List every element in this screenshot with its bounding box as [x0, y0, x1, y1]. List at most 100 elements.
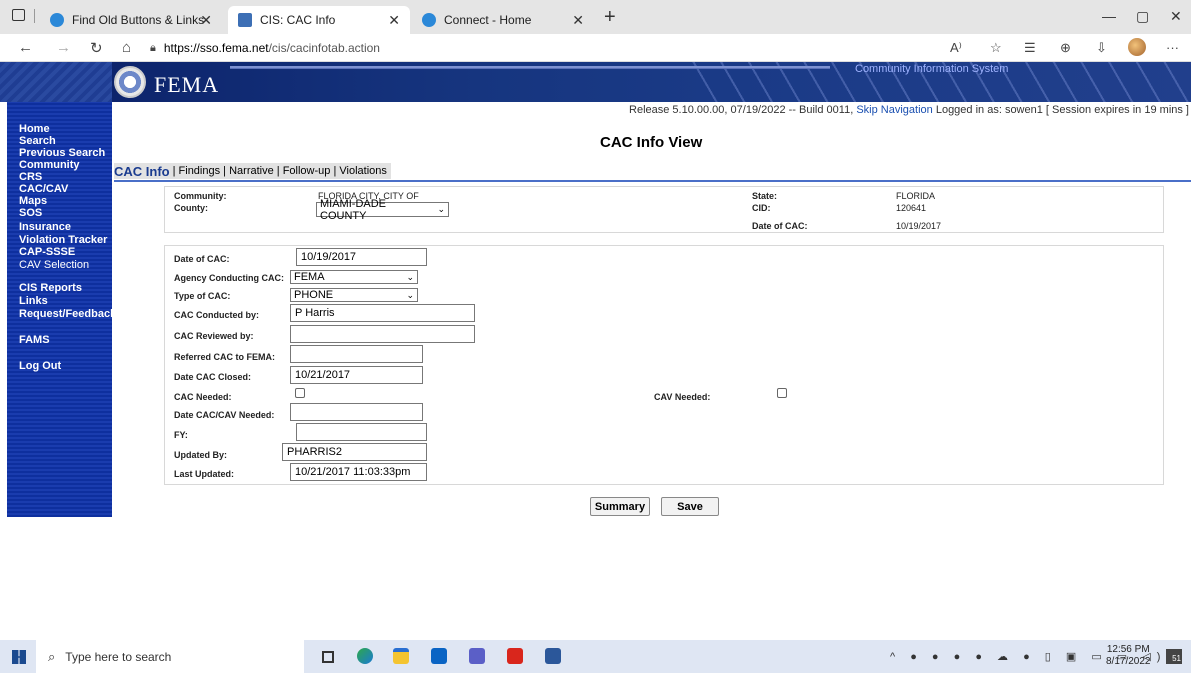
sidebar-item-previous-search[interactable]: Previous Search [19, 148, 105, 159]
sidebar-item-community[interactable]: Community [19, 160, 80, 171]
sidebar-item-violation-tracker[interactable]: Violation Tracker [19, 235, 107, 246]
tab-follow-up[interactable]: Follow-up [283, 165, 331, 177]
task-view-icon[interactable] [322, 651, 334, 663]
tab-findings[interactable]: Findings [179, 165, 221, 177]
cid-value: 120641 [896, 203, 927, 213]
sidebar-item-log-out[interactable]: Log Out [19, 361, 61, 372]
sidebar-item-search[interactable]: Search [19, 136, 56, 147]
browser-tab-strip: Find Old Buttons & Links ✕ CIS: CAC Info… [0, 0, 1191, 34]
url-field[interactable]: 🔒︎ https://sso.fema.net/cis/cacinfotab.a… [150, 38, 940, 58]
taskbar-search-input[interactable]: ⌕ Type here to search [36, 640, 304, 673]
release-info-bar: Release 5.10.00.00, 07/19/2022 -- Build … [629, 104, 1189, 116]
fy-input[interactable] [296, 423, 427, 441]
chevron-down-icon: ⌄ [406, 289, 414, 300]
downloads-icon[interactable]: ⇩ [1096, 40, 1107, 56]
last-updated-input[interactable] [290, 463, 427, 481]
sidebar-item-cav-selection[interactable]: CAV Selection [19, 260, 89, 271]
windows-start-icon[interactable] [12, 650, 26, 664]
dhs-seal-icon [114, 66, 146, 98]
tab-title: Find Old Buttons & Links [72, 13, 205, 27]
read-aloud-icon[interactable]: A⁾ [950, 40, 962, 56]
tab-title: CIS: CAC Info [260, 13, 336, 27]
minimize-icon[interactable]: — [1102, 8, 1116, 24]
tab-narrative[interactable]: Narrative [229, 165, 274, 177]
edge-icon[interactable] [357, 648, 373, 664]
close-tab-icon[interactable]: ✕ [388, 12, 400, 29]
tab-separator [34, 9, 35, 23]
tab-separator: | [172, 165, 176, 177]
sidebar-item-insurance[interactable]: Insurance [19, 222, 71, 233]
forward-icon[interactable]: → [56, 39, 71, 56]
taskbar-clock[interactable]: 12:56 PM 8/17/2022 [1106, 644, 1151, 668]
agency-select[interactable]: FEMA ⌄ [290, 270, 418, 284]
file-explorer-icon[interactable] [393, 648, 409, 664]
back-icon[interactable]: ← [18, 39, 33, 56]
reviewed-by-input[interactable] [290, 325, 475, 343]
sidebar-item-crs[interactable]: CRS [19, 172, 42, 183]
skip-navigation-link[interactable]: Skip Navigation [856, 104, 932, 116]
last-updated-label: Last Updated: [174, 469, 235, 479]
state-value: FLORIDA [896, 191, 936, 201]
new-tab-button[interactable]: + [604, 6, 616, 29]
home-icon[interactable]: ⌂ [122, 39, 131, 56]
lock-icon: 🔒︎ [150, 41, 156, 54]
notification-center-icon[interactable]: 51 [1166, 649, 1182, 664]
state-label: State: [752, 191, 778, 201]
cac-needed-label: CAC Needed: [174, 392, 232, 402]
cav-needed-checkbox[interactable] [777, 388, 787, 398]
cac-date-label: Date of CAC: [752, 221, 808, 231]
word-icon[interactable] [545, 648, 561, 664]
summary-button[interactable]: Summary [590, 497, 650, 516]
search-icon: ⌕ [48, 648, 56, 664]
sidebar-item-sos[interactable]: SOS [19, 208, 42, 219]
tab-actions-icon[interactable] [12, 9, 25, 21]
collections-icon[interactable]: ⊕ [1060, 40, 1071, 56]
url-host: https://sso.fema.net [163, 41, 269, 55]
updated-by-input[interactable] [282, 443, 427, 461]
sidebar-item-request-feedback[interactable]: Request/Feedback [19, 309, 116, 320]
session-expiry-text: [ Session expires in 19 mins ] [1045, 104, 1189, 116]
sidebar-item-cis-reports[interactable]: CIS Reports [19, 283, 82, 294]
taskbar-date: 8/17/2022 [1106, 656, 1151, 667]
tab-separator: | [223, 165, 227, 177]
close-tab-icon[interactable]: ✕ [200, 12, 212, 29]
page-title: CAC Info View [600, 134, 703, 151]
date-needed-input[interactable] [290, 403, 423, 421]
teams-icon[interactable] [469, 648, 485, 664]
restore-icon[interactable]: ▢ [1136, 8, 1149, 25]
favorite-star-icon[interactable]: ☆ [990, 40, 1002, 56]
close-tab-icon[interactable]: ✕ [572, 12, 584, 29]
chevron-down-icon: ⌄ [437, 204, 445, 214]
save-button[interactable]: Save [661, 497, 719, 516]
county-select[interactable]: MIAMI-DADE COUNTY ⌄ [316, 198, 449, 222]
refresh-icon[interactable]: ↻ [90, 39, 103, 57]
more-menu-icon[interactable]: ··· [1166, 40, 1179, 55]
tab-violations[interactable]: Violations [339, 165, 387, 177]
updated-by-label: Updated By: [174, 450, 228, 460]
acrobat-icon[interactable] [507, 648, 523, 664]
profile-avatar[interactable] [1128, 38, 1146, 56]
favorites-list-icon[interactable]: ☰ [1024, 40, 1036, 56]
tab-separator: | [276, 165, 280, 177]
conducted-by-input[interactable] [290, 304, 475, 322]
date-of-cac-input[interactable] [296, 248, 427, 266]
sidebar-item-home[interactable]: Home [19, 124, 50, 135]
sidebar-item-cap-ssse[interactable]: CAP-SSSE [19, 247, 75, 258]
outlook-icon[interactable] [431, 648, 447, 664]
browser-tab-find-old-buttons[interactable]: Find Old Buttons & Links ✕ [40, 6, 222, 34]
cac-needed-checkbox[interactable] [295, 388, 305, 398]
browser-tab-connect-home[interactable]: Connect - Home ✕ [412, 6, 594, 34]
type-of-cac-select[interactable]: PHONE ⌄ [290, 288, 418, 302]
sidebar-item-links[interactable]: Links [19, 296, 48, 307]
tab-cac-info[interactable]: CAC Info [114, 164, 170, 179]
address-bar: ← → ↻ ⌂ 🔒︎ https://sso.fema.net/cis/caci… [0, 34, 1191, 62]
date-closed-input[interactable] [290, 366, 423, 384]
fy-label: FY: [174, 430, 188, 440]
sidebar-item-cac-cav[interactable]: CAC/CAV [19, 184, 68, 195]
browser-tab-cis-cac-info[interactable]: CIS: CAC Info ✕ [228, 6, 410, 34]
referred-input[interactable] [290, 345, 423, 363]
close-window-icon[interactable]: ✕ [1170, 8, 1182, 25]
sidebar-item-maps[interactable]: Maps [19, 196, 47, 207]
sidebar-item-fams[interactable]: FAMS [19, 335, 50, 346]
agency-label: Agency Conducting CAC: [174, 273, 284, 283]
